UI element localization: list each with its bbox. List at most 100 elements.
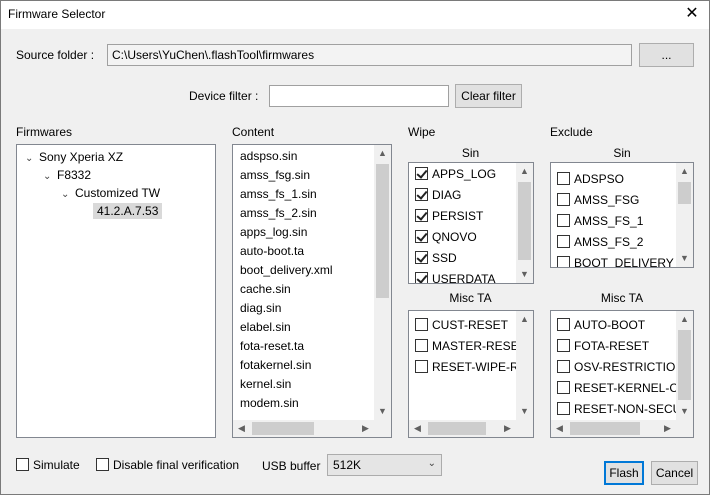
- checkbox[interactable]: [415, 360, 428, 373]
- checkbox[interactable]: [557, 235, 570, 248]
- exclude-misc-item[interactable]: OSV-RESTRICTION: [557, 356, 684, 377]
- exclude-sin-list[interactable]: ADSPSO AMSS_FSG AMSS_FS_1 AMSS_FS_2 BOOT…: [550, 162, 694, 268]
- cancel-button[interactable]: Cancel: [651, 461, 698, 485]
- exclude-sin-scrollbar[interactable]: ▲ ▼: [676, 163, 693, 267]
- scroll-right-icon[interactable]: ▶: [357, 420, 374, 437]
- checkbox[interactable]: [557, 339, 570, 352]
- device-filter-input[interactable]: [269, 85, 449, 107]
- checkbox[interactable]: [415, 209, 428, 222]
- list-item[interactable]: amss_fs_2.sin: [240, 204, 317, 223]
- scroll-thumb[interactable]: [678, 330, 691, 400]
- scroll-thumb[interactable]: [678, 182, 691, 204]
- disable-final-verification-checkbox[interactable]: Disable final verification: [96, 454, 239, 475]
- scroll-thumb[interactable]: [428, 422, 486, 435]
- scroll-down-icon[interactable]: ▼: [516, 403, 533, 420]
- exclude-misc-ta-list[interactable]: AUTO-BOOT FOTA-RESET OSV-RESTRICTION RES…: [550, 310, 694, 438]
- scroll-thumb[interactable]: [518, 182, 531, 260]
- content-list[interactable]: adspso.sin amss_fsg.sin amss_fs_1.sin am…: [232, 144, 392, 438]
- list-item[interactable]: cache.sin: [240, 280, 291, 299]
- checkbox[interactable]: [415, 167, 428, 180]
- scroll-right-icon[interactable]: ▶: [499, 420, 516, 437]
- content-vertical-scrollbar[interactable]: ▲ ▼: [374, 145, 391, 420]
- checkbox[interactable]: [557, 360, 570, 373]
- flash-button[interactable]: Flash: [604, 461, 644, 485]
- scroll-up-icon[interactable]: ▲: [676, 163, 693, 180]
- scroll-down-icon[interactable]: ▼: [676, 250, 693, 267]
- checkbox[interactable]: [16, 458, 29, 471]
- list-item[interactable]: apps_log.sin: [240, 223, 307, 242]
- checkbox[interactable]: [415, 251, 428, 264]
- list-item[interactable]: modem.sin: [240, 394, 299, 413]
- wipe-sin-item[interactable]: PERSIST: [415, 205, 483, 226]
- wipe-sin-item[interactable]: DIAG: [415, 184, 461, 205]
- exclude-misc-vertical-scrollbar[interactable]: ▲ ▼: [676, 311, 693, 420]
- wipe-misc-ta-list[interactable]: CUST-RESET MASTER-RESET RESET-WIPE-REAS …: [408, 310, 534, 438]
- wipe-misc-horizontal-scrollbar[interactable]: ◀ ▶: [409, 420, 516, 437]
- simulate-checkbox[interactable]: Simulate: [16, 454, 80, 475]
- wipe-sin-item[interactable]: USERDATA: [415, 268, 496, 283]
- checkbox[interactable]: [415, 188, 428, 201]
- scroll-up-icon[interactable]: ▲: [676, 311, 693, 328]
- usb-buffer-select[interactable]: 512K ⌄: [327, 454, 442, 476]
- list-item[interactable]: elabel.sin: [240, 318, 291, 337]
- checkbox[interactable]: [415, 230, 428, 243]
- exclude-misc-item[interactable]: RESET-NON-SECU: [557, 398, 681, 419]
- scroll-left-icon[interactable]: ◀: [409, 420, 426, 437]
- chevron-down-icon[interactable]: ⌄: [43, 168, 57, 186]
- close-icon[interactable]: ✕: [683, 5, 701, 23]
- list-item[interactable]: amss_fsg.sin: [240, 166, 310, 185]
- scroll-down-icon[interactable]: ▼: [374, 403, 391, 420]
- list-item[interactable]: adspso.sin: [240, 147, 297, 166]
- exclude-misc-item[interactable]: AUTO-BOOT: [557, 314, 645, 335]
- wipe-sin-item[interactable]: APPS_LOG: [415, 163, 496, 184]
- list-item[interactable]: amss_fs_1.sin: [240, 185, 317, 204]
- exclude-sin-item[interactable]: AMSS_FS_1: [557, 210, 643, 231]
- chevron-down-icon[interactable]: ⌄: [25, 150, 39, 168]
- tree-node-customization[interactable]: ⌄ Customized TW: [61, 184, 160, 202]
- tree-node-model[interactable]: ⌄ F8332: [43, 166, 91, 184]
- wipe-sin-list[interactable]: APPS_LOG DIAG PERSIST QNOVO SSD USERDATA…: [408, 162, 534, 284]
- scroll-up-icon[interactable]: ▲: [516, 163, 533, 180]
- tree-node-version[interactable]: 41.2.A.7.53: [93, 202, 163, 220]
- list-item[interactable]: fota-reset.ta: [240, 337, 304, 356]
- checkbox[interactable]: [415, 272, 428, 283]
- exclude-sin-item[interactable]: AMSS_FSG: [557, 189, 639, 210]
- scroll-thumb[interactable]: [376, 164, 389, 298]
- checkbox[interactable]: [557, 172, 570, 185]
- wipe-sin-scrollbar[interactable]: ▲ ▼: [516, 163, 533, 283]
- checkbox[interactable]: [96, 458, 109, 471]
- checkbox[interactable]: [557, 381, 570, 394]
- scroll-left-icon[interactable]: ◀: [233, 420, 250, 437]
- source-folder-field[interactable]: C:\Users\YuChen\.flashTool\firmwares: [107, 44, 632, 66]
- wipe-sin-item[interactable]: QNOVO: [415, 226, 477, 247]
- list-item[interactable]: fotakernel.sin: [240, 356, 311, 375]
- exclude-misc-horizontal-scrollbar[interactable]: ◀ ▶: [551, 420, 676, 437]
- list-item[interactable]: auto-boot.ta: [240, 242, 304, 261]
- checkbox[interactable]: [415, 339, 428, 352]
- exclude-sin-item[interactable]: BOOT_DELIVERY: [557, 252, 674, 267]
- scroll-down-icon[interactable]: ▼: [516, 266, 533, 283]
- chevron-down-icon[interactable]: ⌄: [61, 186, 75, 204]
- clear-filter-button[interactable]: Clear filter: [455, 84, 522, 108]
- scroll-right-icon[interactable]: ▶: [659, 420, 676, 437]
- list-item[interactable]: boot_delivery.xml: [240, 261, 332, 280]
- checkbox[interactable]: [557, 214, 570, 227]
- checkbox[interactable]: [557, 402, 570, 415]
- exclude-sin-item[interactable]: ADSPSO: [557, 168, 624, 189]
- scroll-up-icon[interactable]: ▲: [374, 145, 391, 162]
- exclude-misc-item[interactable]: FOTA-RESET: [557, 335, 649, 356]
- exclude-sin-item[interactable]: AMSS_FS_2: [557, 231, 643, 252]
- checkbox[interactable]: [557, 318, 570, 331]
- scroll-left-icon[interactable]: ◀: [551, 420, 568, 437]
- exclude-misc-item[interactable]: RESET-KERNEL-CM: [557, 377, 688, 398]
- content-horizontal-scrollbar[interactable]: ◀ ▶: [233, 420, 374, 437]
- scroll-thumb[interactable]: [252, 422, 314, 435]
- tree-node-device[interactable]: ⌄ Sony Xperia XZ: [25, 148, 123, 166]
- checkbox[interactable]: [557, 256, 570, 267]
- scroll-thumb[interactable]: [570, 422, 640, 435]
- wipe-misc-item[interactable]: CUST-RESET: [415, 314, 508, 335]
- checkbox[interactable]: [557, 193, 570, 206]
- scroll-up-icon[interactable]: ▲: [516, 311, 533, 328]
- browse-button[interactable]: ...: [639, 43, 694, 67]
- wipe-misc-vertical-scrollbar[interactable]: ▲ ▼: [516, 311, 533, 420]
